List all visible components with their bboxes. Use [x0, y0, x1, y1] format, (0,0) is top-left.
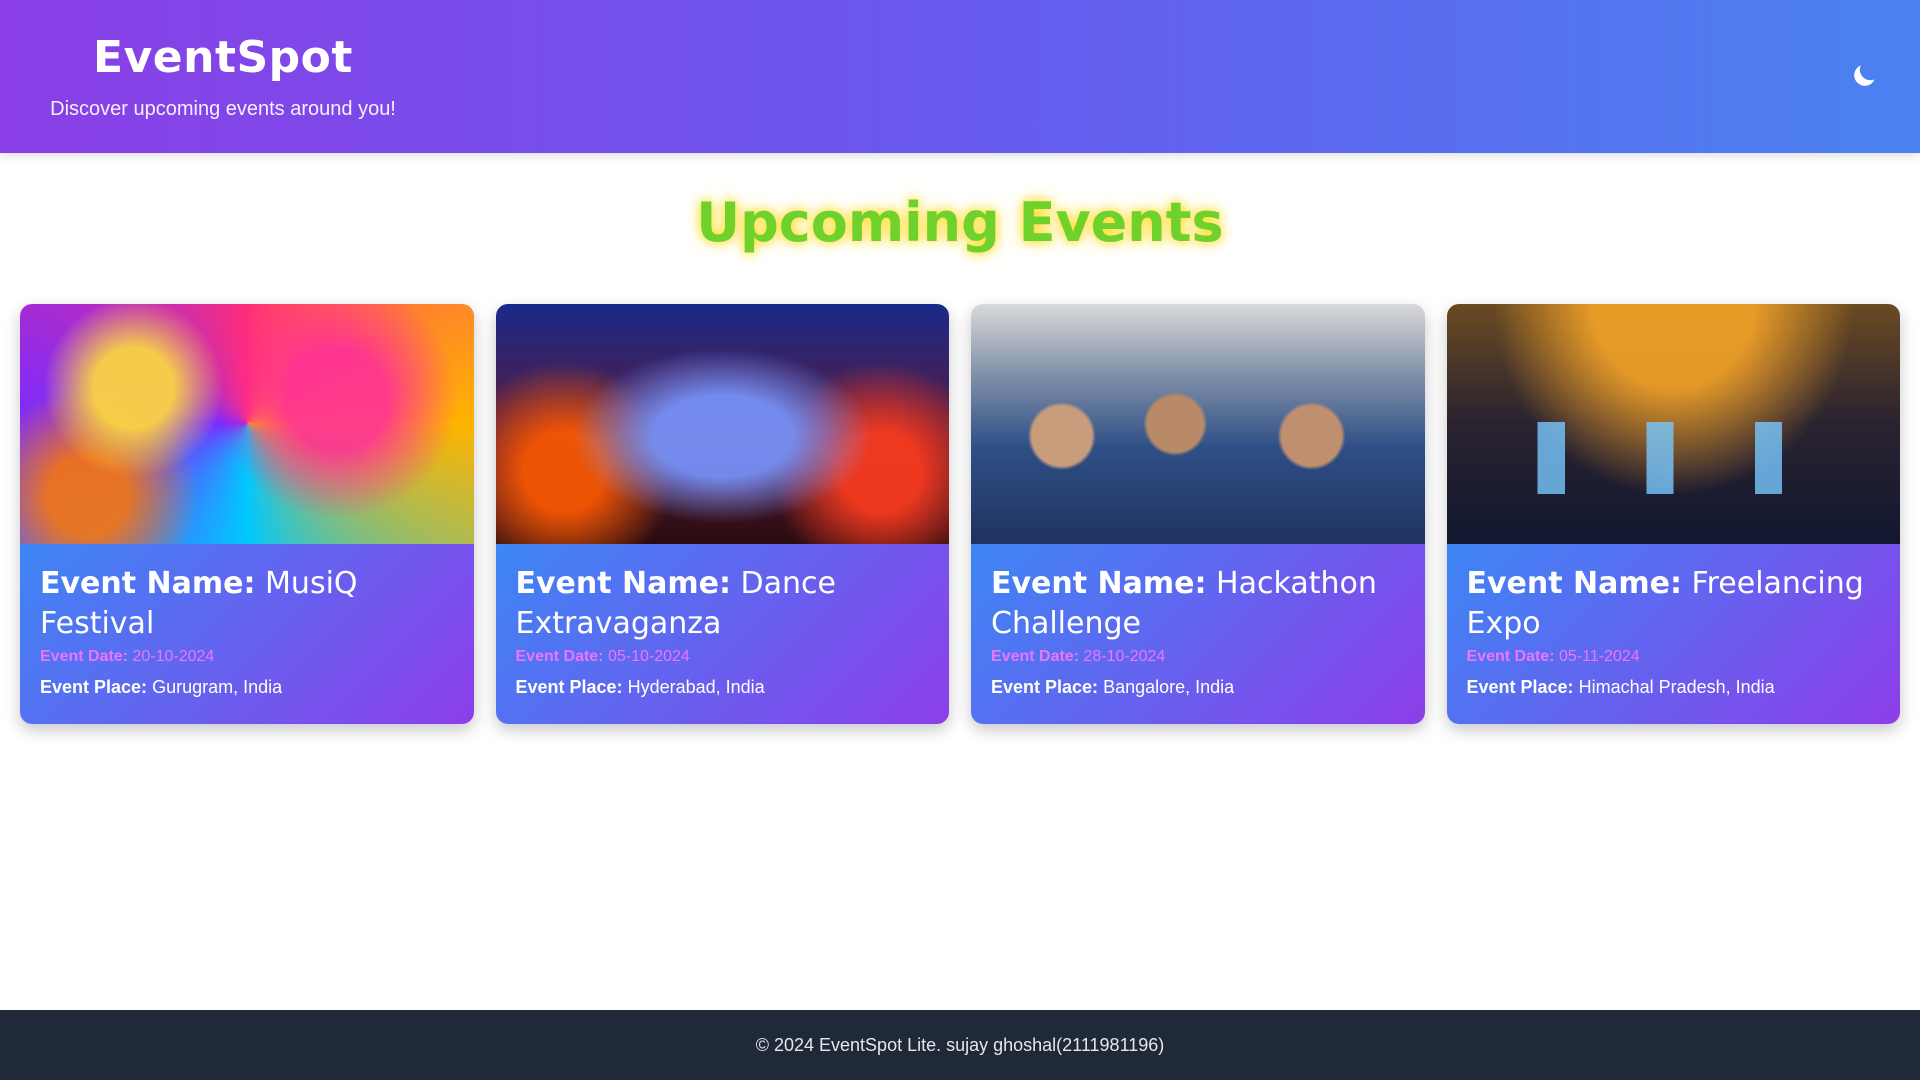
event-place: Event Place: Himachal Pradesh, India [1467, 674, 1881, 700]
event-date-value: 20-10-2024 [132, 648, 215, 665]
event-card-list: Event Name: MusiQ Festival Event Date: 2… [20, 304, 1900, 724]
event-place-value: Bangalore, India [1103, 677, 1235, 697]
event-date: Event Date: 20-10-2024 [40, 646, 454, 668]
event-date-label: Event Date: [40, 648, 129, 665]
event-card[interactable]: Event Name: Hackathon Challenge Event Da… [971, 304, 1425, 724]
moon-icon [1854, 65, 1875, 86]
event-card[interactable]: Event Name: Freelancing Expo Event Date:… [1446, 304, 1900, 724]
event-card-body: Event Name: MusiQ Festival Event Date: 2… [20, 544, 474, 724]
event-name: Event Name: MusiQ Festival [40, 564, 454, 644]
event-place-label: Event Place: [991, 677, 1099, 697]
event-name-label: Event Name: [40, 566, 256, 601]
site-title[interactable]: EventSpot [28, 26, 418, 90]
hackathon-participants-image [971, 304, 1425, 544]
event-place-value: Gurugram, India [152, 677, 283, 697]
event-card-body: Event Name: Dance Extravaganza Event Dat… [495, 544, 949, 724]
event-name-label: Event Name: [991, 566, 1207, 601]
musician-guitar-image [20, 304, 474, 544]
event-card-body: Event Name: Hackathon Challenge Event Da… [971, 544, 1425, 724]
event-place: Event Place: Hyderabad, India [516, 674, 930, 700]
event-name: Event Name: Dance Extravaganza [516, 564, 930, 644]
event-card-body: Event Name: Freelancing Expo Event Date:… [1446, 544, 1900, 724]
event-date-label: Event Date: [515, 648, 604, 665]
event-date: Event Date: 28-10-2024 [991, 646, 1405, 668]
event-date: Event Date: 05-10-2024 [516, 646, 930, 668]
event-place: Event Place: Bangalore, India [991, 674, 1405, 700]
site-footer: © 2024 EventSpot Lite. sujay ghoshal(211… [0, 1010, 1920, 1080]
event-place-value: Himachal Pradesh, India [1578, 677, 1775, 697]
footer-copyright: © 2024 EventSpot Lite. sujay ghoshal(211… [755, 1034, 1165, 1055]
event-name: Event Name: Freelancing Expo [1467, 564, 1881, 644]
event-place-label: Event Place: [40, 677, 148, 697]
event-place-value: Hyderabad, India [627, 677, 765, 697]
event-date-value: 05-11-2024 [1558, 648, 1640, 665]
site-tagline: Discover upcoming events around you! [50, 98, 396, 120]
theme-toggle-button[interactable] [1844, 56, 1884, 96]
event-place-label: Event Place: [515, 677, 623, 697]
event-card[interactable]: Event Name: Dance Extravaganza Event Dat… [495, 304, 949, 724]
event-place: Event Place: Gurugram, India [40, 674, 454, 700]
brand: EventSpot Discover upcoming events aroun… [28, 26, 418, 122]
event-date: Event Date: 05-11-2024 [1467, 646, 1881, 668]
expo-hall-image [1446, 304, 1900, 544]
event-date-label: Event Date: [1466, 648, 1555, 665]
event-place-label: Event Place: [1466, 677, 1574, 697]
event-name-label: Event Name: [1466, 566, 1683, 601]
event-date-value: 28-10-2024 [1083, 648, 1166, 665]
event-name: Event Name: Hackathon Challenge [991, 564, 1405, 644]
site-header: EventSpot Discover upcoming events aroun… [0, 0, 1920, 153]
event-card[interactable]: Event Name: MusiQ Festival Event Date: 2… [20, 304, 474, 724]
event-name-label: Event Name: [515, 566, 732, 601]
section-title: Upcoming Events [696, 191, 1224, 254]
concert-stage-image [495, 304, 949, 544]
event-date-value: 05-10-2024 [607, 648, 690, 665]
event-date-label: Event Date: [991, 648, 1080, 665]
